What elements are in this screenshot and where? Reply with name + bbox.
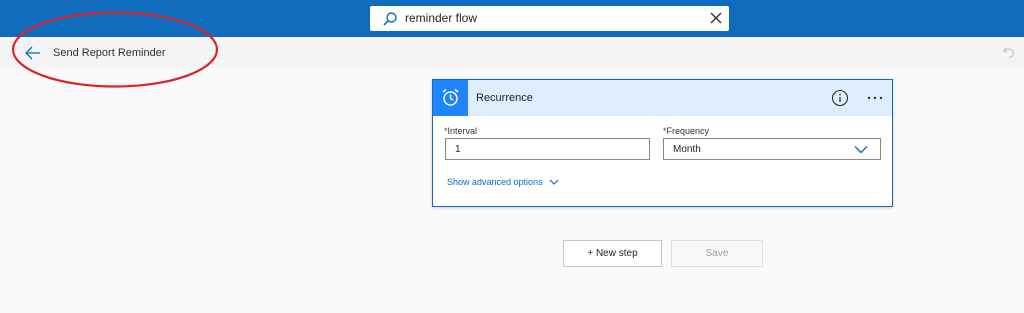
frequency-label-text: Frequency: [666, 126, 710, 136]
undo-icon[interactable]: [1002, 45, 1016, 59]
frequency-label: *Frequency: [663, 126, 709, 136]
search-box[interactable]: reminder flow: [370, 6, 729, 31]
interval-label-text: Interval: [447, 126, 478, 136]
interval-input[interactable]: 1: [445, 138, 650, 160]
show-advanced-options-link[interactable]: Show advanced options: [447, 177, 559, 187]
info-icon[interactable]: [831, 89, 849, 107]
interval-value: 1: [455, 144, 461, 155]
trigger-icon-tile: [433, 80, 468, 116]
new-step-button[interactable]: + New step: [563, 240, 662, 267]
frequency-value: Month: [673, 144, 701, 155]
show-advanced-options-text: Show advanced options: [447, 177, 543, 187]
alarm-clock-icon: [442, 88, 459, 106]
search-icon: [383, 12, 397, 26]
recurrence-trigger-card[interactable]: Recurrence *Interval 1 *Frequency Month …: [432, 79, 893, 207]
red-annotation-ellipse: [11, 11, 219, 88]
more-options-icon[interactable]: [865, 89, 885, 107]
card-header[interactable]: Recurrence: [433, 80, 892, 116]
interval-label: *Interval: [444, 126, 477, 136]
chevron-down-icon: [854, 146, 868, 154]
close-icon[interactable]: [709, 11, 723, 25]
search-input[interactable]: reminder flow: [405, 11, 477, 25]
save-button[interactable]: Save: [671, 240, 763, 267]
chevron-down-icon: [549, 179, 559, 185]
trigger-title: Recurrence: [476, 92, 533, 104]
frequency-dropdown[interactable]: Month: [663, 138, 881, 160]
